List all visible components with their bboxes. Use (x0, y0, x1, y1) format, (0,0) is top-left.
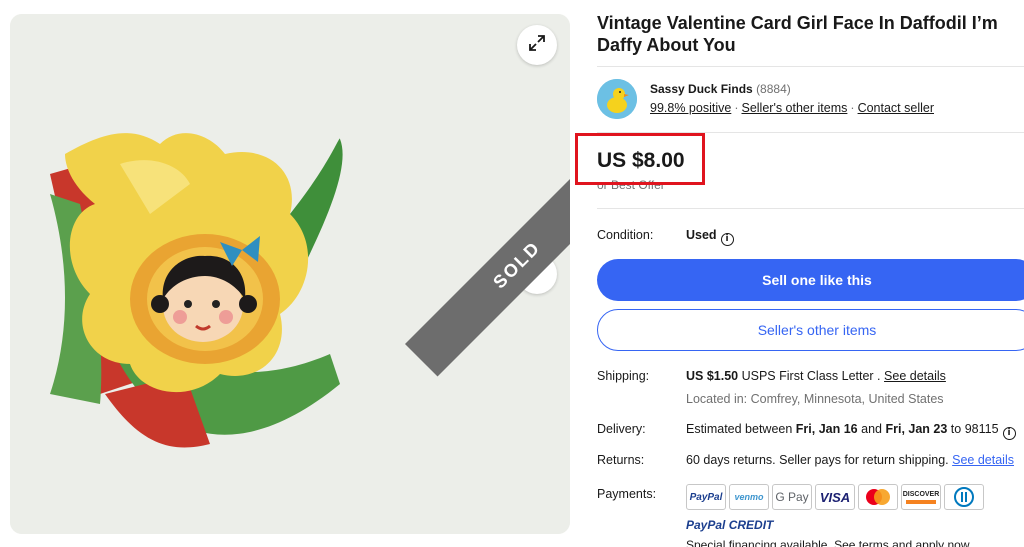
expand-image-button[interactable] (517, 25, 557, 65)
seller-other-items-link[interactable]: Seller's other items (741, 101, 847, 115)
seller-card: Sassy Duck Finds (8884) 99.8% positive · S… (597, 79, 1024, 123)
diners-club-icon (944, 484, 984, 510)
seller-positive-link[interactable]: 99.8% positive (650, 101, 731, 115)
returns-text: 60 days returns. Seller pays for return … (686, 453, 949, 467)
info-icon[interactable]: i (720, 233, 734, 246)
info-icon[interactable]: i (1002, 427, 1016, 440)
delivery-value: Estimated between Fri, Jan 16 and Fri, J… (686, 422, 1016, 440)
divider (597, 208, 1024, 209)
delivery-prefix: Estimated between (686, 422, 793, 436)
shipping-label: Shipping: (597, 369, 650, 383)
paypal-credit-logo: PayPal CREDIT (686, 518, 774, 532)
delivery-end: Fri, Jan 23 (885, 422, 948, 436)
payments-label: Payments: (597, 487, 657, 501)
shipping-see-details-link[interactable]: See details (884, 369, 946, 383)
payment-methods: PayPal venmo G Pay VISA DISCOVER (686, 484, 984, 510)
google-pay-icon: G Pay (772, 484, 812, 510)
listing-title: Vintage Valentine Card Girl Face In Daff… (597, 13, 998, 55)
seller-name[interactable]: Sassy Duck Finds (650, 82, 753, 96)
discover-icon: DISCOVER (901, 484, 941, 510)
paypal-icon: PayPal (686, 484, 726, 510)
delivery-zip: to 98115 (950, 422, 999, 436)
delivery-and: and (861, 422, 882, 436)
expand-icon (528, 34, 546, 57)
shipping-service: USPS First Class Letter . (741, 369, 881, 383)
shipping-value: US $1.50 USPS First Class Letter . See d… (686, 369, 946, 383)
condition-label: Condition: (597, 228, 654, 242)
contact-seller-link[interactable]: Contact seller (858, 101, 934, 115)
special-financing-text: Special financing available. See terms a… (686, 538, 970, 547)
mastercard-icon (858, 484, 898, 510)
separator: · (734, 101, 739, 115)
listing-details: Vintage Valentine Card Girl Face In Daff… (575, 0, 1024, 547)
sell-one-like-this-button[interactable]: Sell one like this (597, 259, 1024, 301)
visa-icon: VISA (815, 484, 855, 510)
returns-label: Returns: (597, 453, 645, 467)
discover-stripe (906, 499, 936, 504)
delivery-start: Fri, Jan 16 (795, 422, 858, 436)
discover-text: DISCOVER (902, 490, 940, 498)
condition-text: Used (686, 228, 717, 242)
venmo-icon: venmo (729, 484, 769, 510)
condition-value: Used i (686, 228, 734, 246)
price-highlight-box (575, 133, 705, 185)
returns-value: 60 days returns. Seller pays for return … (686, 453, 1014, 467)
shipping-amount: US $1.50 (686, 369, 739, 383)
returns-see-details-link[interactable]: See details (952, 453, 1014, 467)
seller-avatar[interactable] (597, 79, 637, 119)
item-location: Located in: Comfrey, Minnesota, United S… (686, 392, 944, 406)
delivery-label: Delivery: (597, 422, 646, 436)
separator: · (850, 101, 855, 115)
divider (597, 66, 1024, 67)
seller-feedback-count: (8884) (756, 82, 791, 96)
image-gallery[interactable]: SOLD (10, 14, 570, 534)
sellers-other-items-button[interactable]: Seller's other items (597, 309, 1024, 351)
